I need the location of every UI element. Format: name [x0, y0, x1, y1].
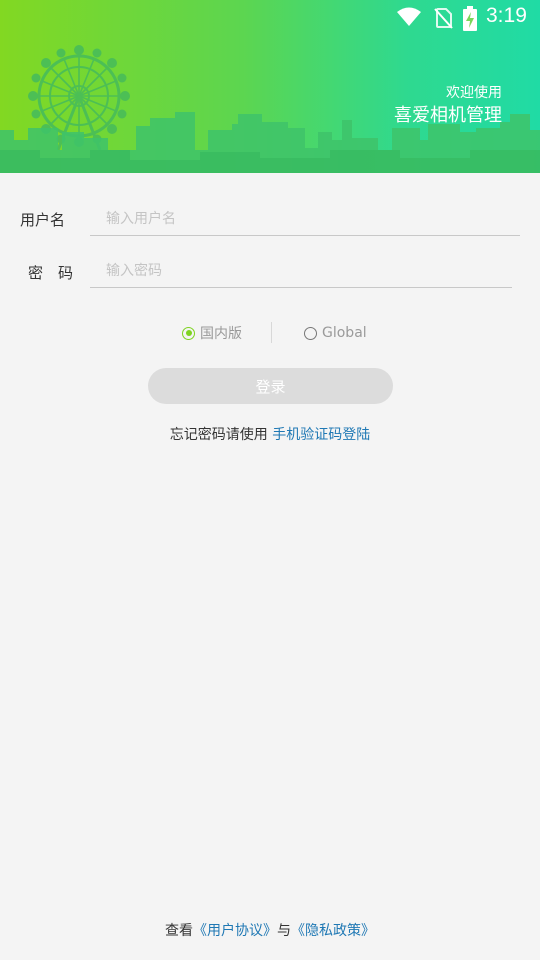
sms-login-link[interactable]: 手机验证码登陆 — [272, 427, 370, 443]
password-label: 密 码 — [28, 264, 74, 282]
battery-charging-icon — [463, 6, 477, 31]
region-selector: 国内版 Global — [0, 320, 540, 346]
agreement-footer: 查看《用户协议》与《隐私政策》 — [0, 920, 540, 940]
forgot-password-row: 忘记密码请使用 手机验证码登陆 — [0, 424, 540, 444]
user-agreement-link[interactable]: 《用户协议》 — [193, 923, 277, 939]
footer-and: 与 — [277, 923, 291, 939]
radio-domestic[interactable]: 国内版 — [182, 320, 242, 346]
radio-global[interactable]: Global — [304, 320, 367, 346]
radio-unchecked-icon — [304, 326, 317, 340]
footer-prefix: 查看 — [165, 923, 193, 939]
login-button[interactable]: 登录 — [148, 368, 393, 404]
radio-global-label: Global — [322, 325, 367, 341]
forgot-password-text: 忘记密码请使用 — [169, 427, 268, 443]
wifi-icon — [397, 7, 421, 26]
app-name-title: 喜爱相机管理 — [394, 105, 502, 126]
radio-domestic-label: 国内版 — [200, 326, 242, 342]
username-input[interactable] — [90, 202, 520, 236]
username-label: 用户名 — [20, 211, 66, 229]
privacy-policy-link[interactable]: 《隐私政策》 — [291, 923, 375, 939]
radio-checked-icon — [182, 326, 195, 340]
radio-divider — [271, 322, 272, 343]
status-bar: 3:19 — [340, 0, 540, 36]
welcome-text: 欢迎使用 — [446, 85, 502, 101]
no-sim-icon — [434, 8, 453, 29]
status-time: 3:19 — [486, 4, 527, 27]
password-input[interactable] — [90, 254, 512, 288]
header-banner: 3:19 欢迎使用 喜爱相机管理 — [0, 0, 540, 173]
